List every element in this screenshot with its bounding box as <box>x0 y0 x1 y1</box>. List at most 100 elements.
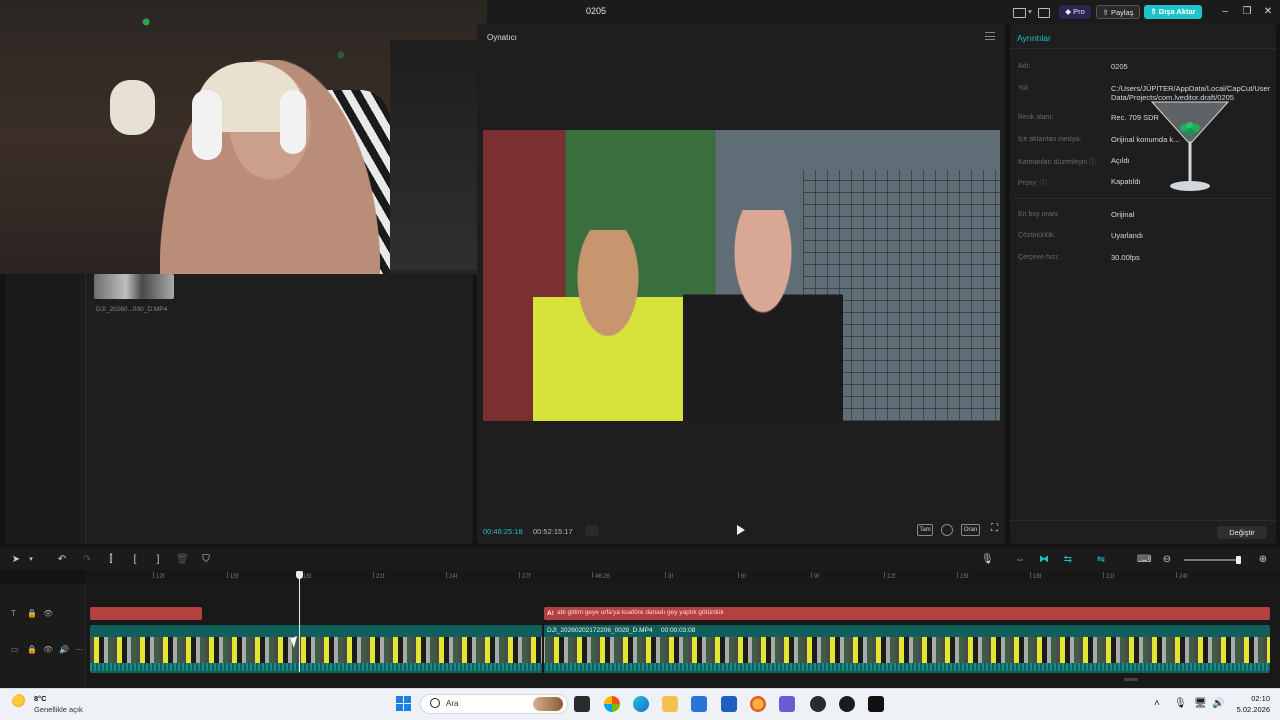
subtitle-icon[interactable]: ⌨ <box>1137 554 1151 566</box>
ruler-tick: 15f <box>956 572 969 580</box>
media-player-icon[interactable] <box>839 696 855 712</box>
close-icon[interactable]: ✕ <box>1261 5 1275 19</box>
chevron-down-icon[interactable]: ▾ <box>25 554 37 566</box>
screenshot-icon[interactable] <box>941 524 953 536</box>
shortcuts-icon[interactable] <box>1036 5 1050 19</box>
delete-icon[interactable]: 🗑 <box>176 554 189 566</box>
share-button[interactable]: ⇪ Paylaş <box>1096 5 1140 19</box>
weather-temperature[interactable]: 8°C <box>34 694 47 703</box>
total-time: 00:52:15:17 <box>533 527 573 536</box>
media-clip-thumbnail[interactable] <box>94 274 174 299</box>
divider <box>1010 48 1276 49</box>
detail-value-name: 0205 <box>1111 62 1128 71</box>
eye-icon[interactable]: 👁 <box>43 645 53 654</box>
shield-icon[interactable]: ⛉ <box>200 554 212 566</box>
zoom-slider[interactable] <box>1184 559 1240 561</box>
media-sidebar <box>6 272 86 544</box>
detail-value-resolution: Uyarlandı <box>1111 231 1144 240</box>
pro-button[interactable]: ◆ Pro <box>1059 5 1091 19</box>
volume-icon[interactable]: 🔊 <box>1212 698 1224 709</box>
detail-label-proxy: Proxy: ⓘ <box>1018 180 1047 187</box>
ruler-tick: 9f <box>810 572 820 580</box>
zoom-out-icon[interactable]: ⊖ <box>1161 554 1173 566</box>
lock-icon[interactable]: 🔒 <box>27 645 37 654</box>
microphone-icon[interactable]: 🎙 <box>1174 698 1187 709</box>
export-icon: ⇧ <box>1150 7 1157 16</box>
chevron-up-icon[interactable]: ˄ <box>1154 698 1160 709</box>
undo-icon[interactable]: ↶ <box>56 554 68 566</box>
diamond-icon: ◆ <box>1065 7 1071 16</box>
clock-time[interactable]: 02:10 <box>1238 694 1270 703</box>
modify-button[interactable]: Değiştir <box>1217 526 1267 539</box>
clip-split-line <box>542 625 544 673</box>
redo-icon[interactable]: ↷ <box>81 554 93 566</box>
preview-axis-icon[interactable]: ⇋ <box>1095 554 1107 566</box>
file-explorer-icon[interactable] <box>662 696 678 712</box>
weather-description[interactable]: Genellikle açık <box>34 705 83 714</box>
text-clip[interactable] <box>90 607 202 620</box>
video-thumbnail-strip <box>90 637 1270 663</box>
detail-value-aspect-ratio: Orijinal <box>1111 210 1135 219</box>
ruler-tick: 24f <box>445 572 458 580</box>
ruler-tick: 24f <box>1175 572 1188 580</box>
windows-start-icon[interactable] <box>396 696 412 712</box>
play-button[interactable] <box>735 524 747 536</box>
horizontal-scrollbar[interactable] <box>1124 678 1138 681</box>
fullscreen-icon[interactable]: ⛶ <box>989 524 1000 536</box>
obs-icon[interactable] <box>810 696 826 712</box>
video-track-icon: ▭ <box>11 645 19 654</box>
split-icon[interactable]: ⫿ <box>105 554 117 566</box>
clock-date[interactable]: 5.02.2026 <box>1232 705 1270 714</box>
divider <box>1010 520 1276 521</box>
more-icon[interactable]: ⋯ <box>75 645 83 654</box>
firefox-icon[interactable] <box>750 696 766 712</box>
zoom-slider-knob[interactable] <box>1236 556 1241 564</box>
detail-label-layers: Katmanları düzenleyin ⓘ <box>1018 159 1097 166</box>
teams-icon[interactable] <box>779 696 795 712</box>
detail-label-resolution: Çözünürlük: <box>1018 232 1056 239</box>
main-track-icon[interactable]: ⇆ <box>1062 554 1074 566</box>
store-icon[interactable] <box>691 696 707 712</box>
ratio-button[interactable]: Oran <box>961 524 980 536</box>
trim-left-icon[interactable]: [ <box>129 554 141 566</box>
ruler-tick: 46:26 <box>591 572 611 580</box>
playhead[interactable] <box>299 572 300 672</box>
divider <box>1014 198 1272 199</box>
timeline-ruler[interactable] <box>86 570 1280 584</box>
fit-button[interactable]: Tam <box>917 524 933 536</box>
trim-right-icon[interactable]: ] <box>152 554 164 566</box>
layout-icon[interactable] <box>1012 5 1026 19</box>
select-tool-icon[interactable]: ➤ <box>10 554 22 566</box>
chevron-down-icon[interactable]: ▾ <box>1027 5 1033 19</box>
snap-icon[interactable]: ⧓ <box>1038 554 1050 566</box>
playhead-handle[interactable] <box>296 571 303 579</box>
export-button[interactable]: ⇧ Dışa Aktar <box>1144 5 1202 19</box>
copilot-icon[interactable] <box>604 696 620 712</box>
edge-icon[interactable] <box>633 696 649 712</box>
ruler-tick: 12f <box>152 572 165 580</box>
maximize-icon[interactable]: ❐ <box>1240 5 1254 19</box>
text-clip-label: abi gittim geye urfa'ya kuaföre danadı g… <box>557 609 724 616</box>
cocktail-glass-overlay <box>1150 101 1230 191</box>
microphone-icon[interactable]: 🎙 <box>981 554 994 566</box>
webcam-plush-toy <box>110 80 155 135</box>
timecode-toggle[interactable] <box>585 525 599 536</box>
task-view-icon[interactable] <box>574 696 590 712</box>
menu-icon[interactable] <box>985 32 995 40</box>
lock-icon[interactable]: 🔒 <box>27 609 37 618</box>
ruler-tick: 21f <box>372 572 385 580</box>
zoom-in-icon[interactable]: ⊕ <box>1257 554 1269 566</box>
minimize-icon[interactable]: – <box>1218 5 1232 19</box>
weather-sun-icon[interactable] <box>12 694 28 710</box>
ruler-tick: 18f <box>299 572 312 580</box>
link-icon[interactable]: ⇔ <box>1014 554 1026 566</box>
capcut-icon[interactable] <box>868 696 884 712</box>
audio-icon[interactable]: 🔊 <box>59 645 69 654</box>
timeline-toolbar <box>0 548 1280 570</box>
eye-icon[interactable]: 👁 <box>43 609 53 618</box>
outlook-icon[interactable] <box>721 696 737 712</box>
video-preview[interactable] <box>483 130 1000 421</box>
text-clip-icon: A⁝ <box>547 610 554 617</box>
share-label: Paylaş <box>1110 8 1134 17</box>
network-icon[interactable]: 🖥 <box>1194 698 1207 709</box>
